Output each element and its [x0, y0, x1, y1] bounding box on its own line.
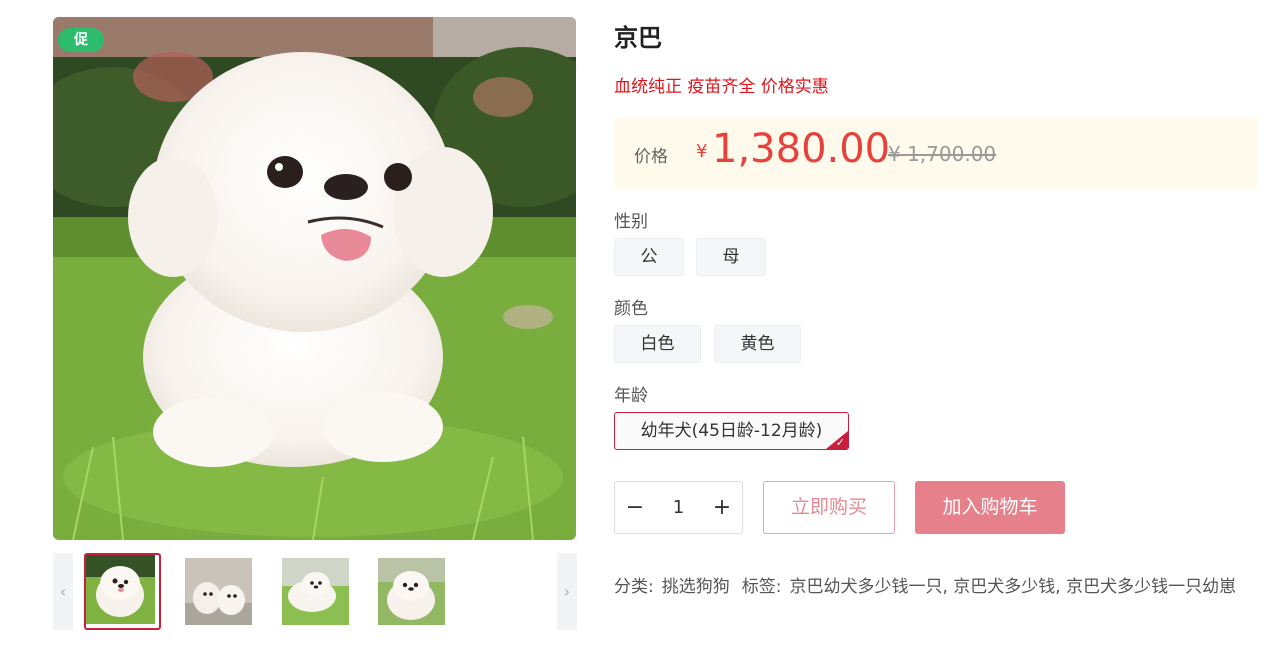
quantity-input[interactable]: [655, 482, 702, 533]
age-option-label: 年龄: [614, 386, 648, 406]
thumbnail-strip: ‹ ›: [53, 553, 577, 630]
tags-label: 标签:: [741, 577, 782, 597]
color-option-yellow[interactable]: 黄色: [714, 325, 801, 363]
price-currency-symbol: ¥: [696, 141, 708, 162]
price-label: 价格: [634, 147, 668, 167]
thumbnail-3[interactable]: [282, 558, 349, 625]
gender-option-label: 性别: [614, 212, 648, 232]
original-price: ¥ 1,700.00: [888, 142, 997, 166]
color-option-label: 颜色: [614, 299, 648, 319]
promo-badge: 促: [58, 28, 104, 52]
thumbnail-2[interactable]: [185, 558, 252, 625]
tag-link-1[interactable]: 京巴幼犬多少钱一只,: [789, 577, 947, 597]
thumbnail-4[interactable]: [378, 558, 445, 625]
current-price: 1,380.00: [712, 126, 891, 172]
quantity-stepper: − +: [614, 481, 743, 534]
tag-link-3[interactable]: 京巴犬多少钱一只幼崽: [1066, 577, 1236, 597]
product-meta: 分类: 挑选狗狗 标签: 京巴幼犬多少钱一只, 京巴犬多少钱, 京巴犬多少钱一只幼崽: [614, 574, 1264, 600]
checkmark-icon: ✓: [835, 436, 845, 449]
add-to-cart-button[interactable]: 加入购物车: [915, 481, 1065, 534]
color-option-white[interactable]: 白色: [614, 325, 701, 363]
category-label: 分类:: [614, 577, 654, 597]
thumbnail-1[interactable]: [84, 553, 161, 630]
tag-link-2[interactable]: 京巴犬多少钱,: [953, 577, 1060, 597]
gender-option-female[interactable]: 母: [696, 238, 766, 276]
age-option-puppy-label: 幼年犬(45日龄-12月龄): [640, 421, 823, 441]
age-option-puppy[interactable]: 幼年犬(45日龄-12月龄) ✓: [614, 412, 849, 450]
main-product-image[interactable]: 促: [53, 17, 576, 540]
buy-now-button[interactable]: 立即购买: [763, 481, 895, 534]
thumbnail-next-button[interactable]: ›: [557, 553, 577, 630]
product-slogan: 血统纯正 疫苗齐全 价格实惠: [614, 77, 829, 97]
gender-option-male[interactable]: 公: [614, 238, 684, 276]
thumbnail-prev-button[interactable]: ‹: [53, 553, 73, 630]
quantity-decrease-button[interactable]: −: [615, 482, 655, 533]
category-link[interactable]: 挑选狗狗: [662, 577, 730, 597]
product-title: 京巴: [614, 24, 662, 52]
price-box: 价格 ¥ 1,380.00 ¥ 1,700.00: [614, 117, 1258, 189]
quantity-increase-button[interactable]: +: [702, 482, 742, 533]
